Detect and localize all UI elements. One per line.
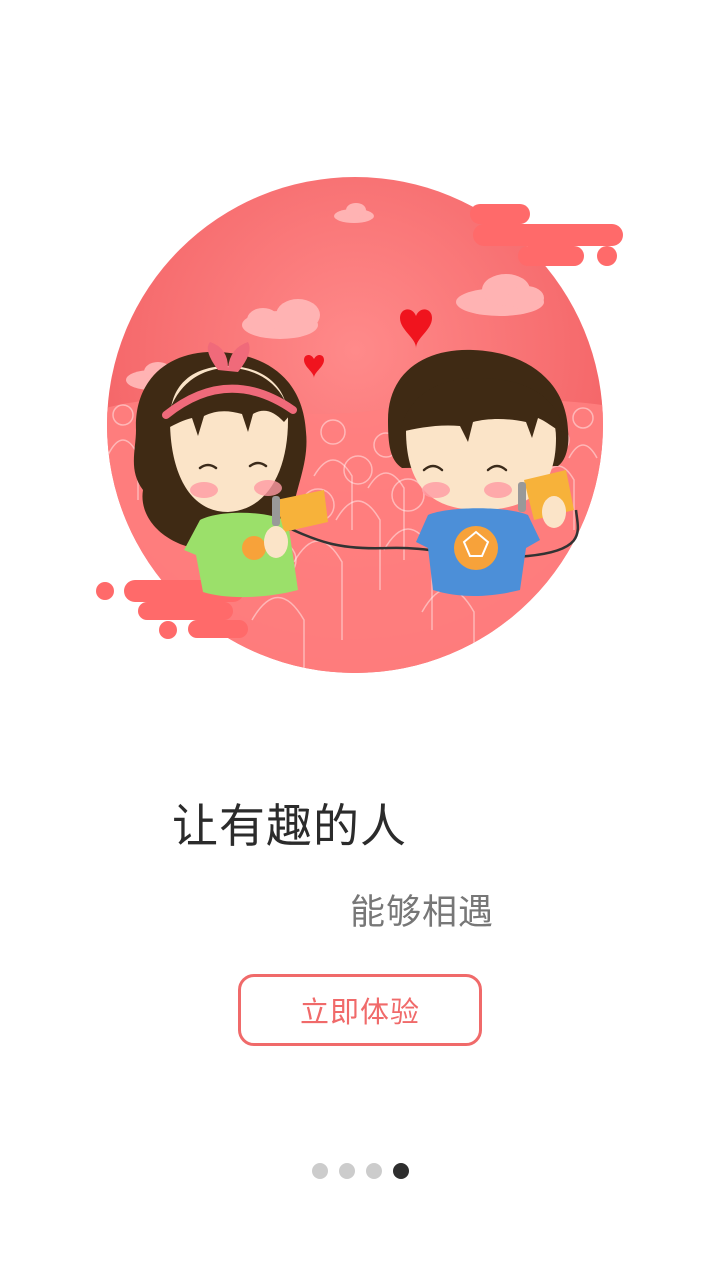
page-dot[interactable] bbox=[338, 1163, 355, 1179]
page-dot[interactable] bbox=[311, 1163, 328, 1179]
page-dot-active[interactable] bbox=[392, 1163, 409, 1179]
page-dot[interactable] bbox=[365, 1163, 382, 1179]
onboarding-subline: 能够相遇 bbox=[350, 893, 495, 933]
page-indicator bbox=[0, 1163, 720, 1179]
onboarding-headline: 让有趣的人 bbox=[172, 799, 407, 853]
onboarding-illustration bbox=[88, 170, 628, 680]
start-experience-button[interactable]: 立即体验 bbox=[238, 974, 482, 1046]
